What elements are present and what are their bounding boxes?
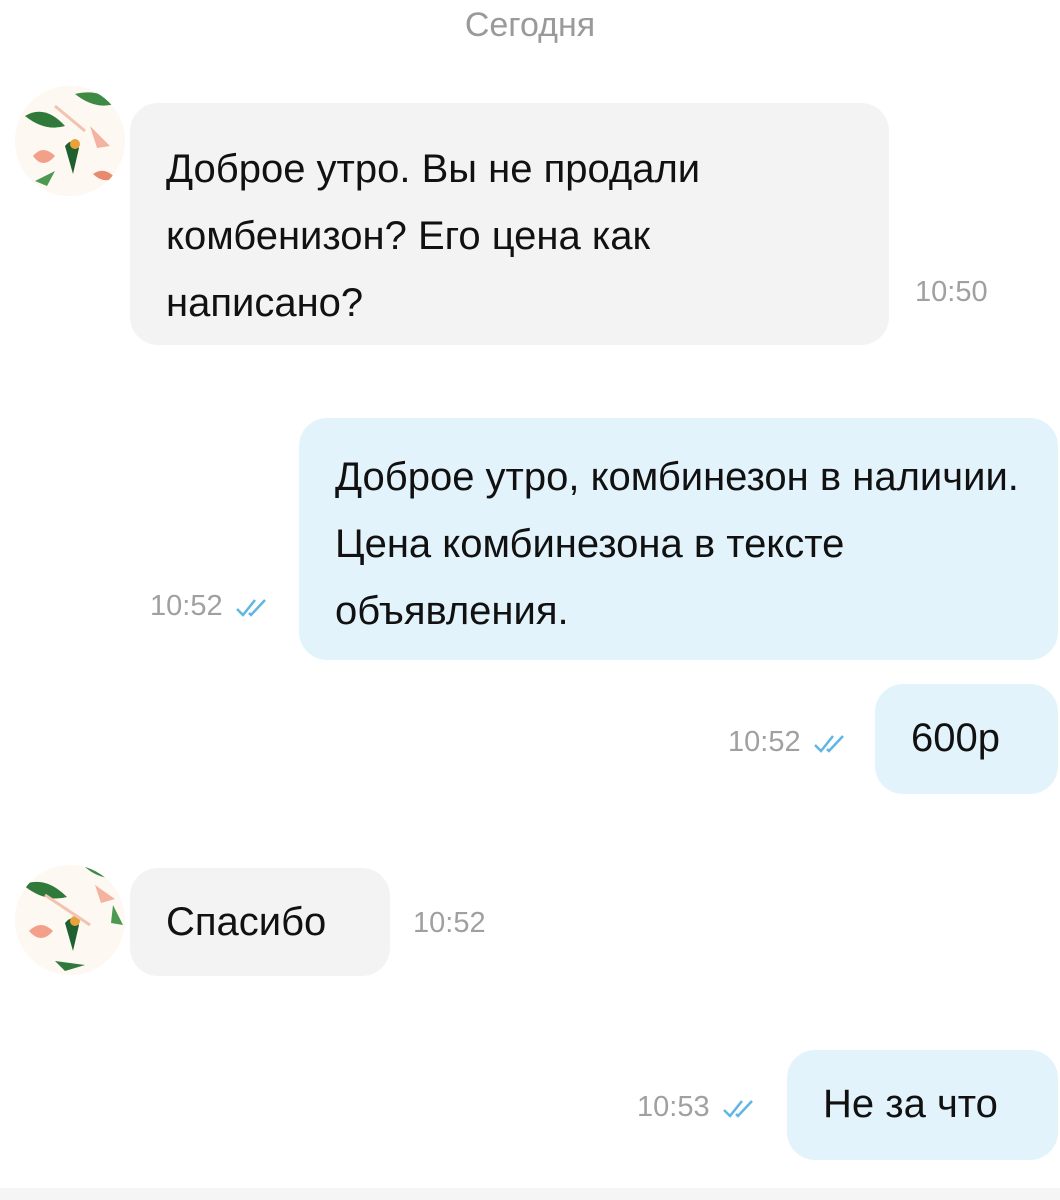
- message-bubble-outgoing[interactable]: 600р: [875, 684, 1058, 794]
- message-timestamp: 10:52: [413, 907, 486, 939]
- message-bubble-outgoing[interactable]: Доброе утро, комбинезон в наличии. Цена …: [299, 418, 1058, 660]
- message-text: Не за что: [823, 1082, 998, 1126]
- message-bubble-incoming[interactable]: Спасибо: [130, 868, 390, 976]
- sender-avatar[interactable]: [15, 86, 125, 196]
- message-timestamp: 10:52: [150, 590, 223, 622]
- message-timestamp: 10:52: [728, 726, 801, 758]
- message-text: Спасибо: [166, 900, 327, 944]
- double-check-read-icon: [813, 732, 855, 754]
- tropical-avatar-icon: [15, 865, 125, 975]
- message-text: Доброе утро. Вы не продали комбенизон? Е…: [166, 147, 701, 325]
- composer-edge: [0, 1188, 1060, 1200]
- message-text: 600р: [911, 716, 1000, 760]
- sender-avatar[interactable]: [15, 865, 125, 975]
- message-timestamp: 10:50: [915, 276, 988, 308]
- message-meta: 10:52: [150, 590, 277, 623]
- message-timestamp: 10:53: [637, 1091, 710, 1123]
- chat-thread[interactable]: Сегодня Доброе утро. Вы не продали комбе…: [0, 0, 1060, 1200]
- message-bubble-outgoing[interactable]: Не за что: [787, 1050, 1058, 1160]
- message-meta: 10:52: [728, 726, 855, 759]
- tropical-avatar-icon: [15, 86, 125, 196]
- message-bubble-incoming[interactable]: Доброе утро. Вы не продали комбенизон? Е…: [130, 103, 889, 345]
- message-meta: 10:53: [637, 1091, 764, 1124]
- double-check-read-icon: [722, 1097, 764, 1119]
- message-text: Доброе утро, комбинезон в наличии. Цена …: [335, 455, 1019, 633]
- date-separator: Сегодня: [464, 6, 596, 44]
- double-check-read-icon: [235, 596, 277, 618]
